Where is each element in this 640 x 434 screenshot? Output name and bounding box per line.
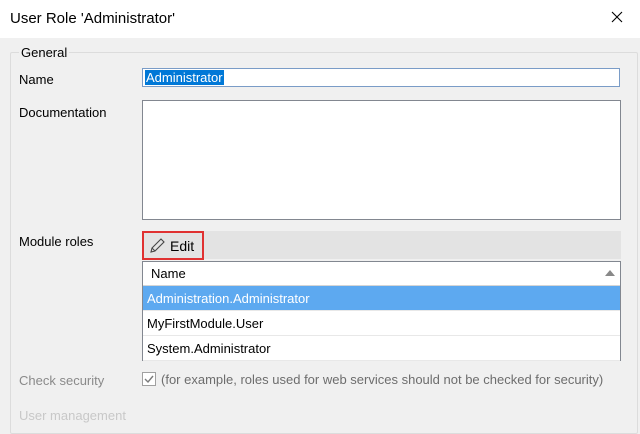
- pencil-icon: [150, 238, 165, 253]
- edit-button[interactable]: Edit: [142, 231, 204, 260]
- table-row[interactable]: MyFirstModule.User: [143, 311, 620, 336]
- table-row-label: MyFirstModule.User: [147, 315, 264, 331]
- grid-header-name[interactable]: Name: [143, 262, 620, 286]
- table-row[interactable]: System.Administrator: [143, 336, 620, 361]
- close-icon: [611, 11, 623, 23]
- module-roles-label: Module roles: [19, 234, 94, 249]
- check-security-checkbox[interactable]: [142, 372, 156, 386]
- name-input-value: Administrator: [145, 70, 224, 85]
- window-title: User Role 'Administrator': [10, 10, 175, 27]
- table-row[interactable]: Administration.Administrator: [143, 286, 620, 311]
- user-management-label: User management: [19, 408, 126, 423]
- table-row-label: Administration.Administrator: [147, 290, 310, 306]
- table-row-label: System.Administrator: [147, 340, 271, 356]
- check-security-label: Check security: [19, 373, 105, 388]
- module-roles-toolbar: [142, 231, 621, 259]
- general-group-label: General: [19, 45, 70, 60]
- edit-button-label: Edit: [170, 237, 195, 254]
- sort-ascending-icon: [605, 270, 615, 276]
- documentation-label: Documentation: [19, 105, 107, 120]
- module-roles-grid[interactable]: Name Administration.Administrator MyFirst…: [142, 261, 621, 361]
- name-label: Name: [19, 72, 54, 87]
- close-button[interactable]: [594, 0, 640, 34]
- name-input[interactable]: Administrator: [142, 68, 620, 87]
- title-bar: User Role 'Administrator': [0, 0, 640, 38]
- grid-header-label: Name: [151, 266, 186, 281]
- check-security-hint: (for example, roles used for web service…: [161, 372, 604, 387]
- documentation-textarea[interactable]: [142, 100, 621, 220]
- checkmark-icon: [144, 375, 154, 384]
